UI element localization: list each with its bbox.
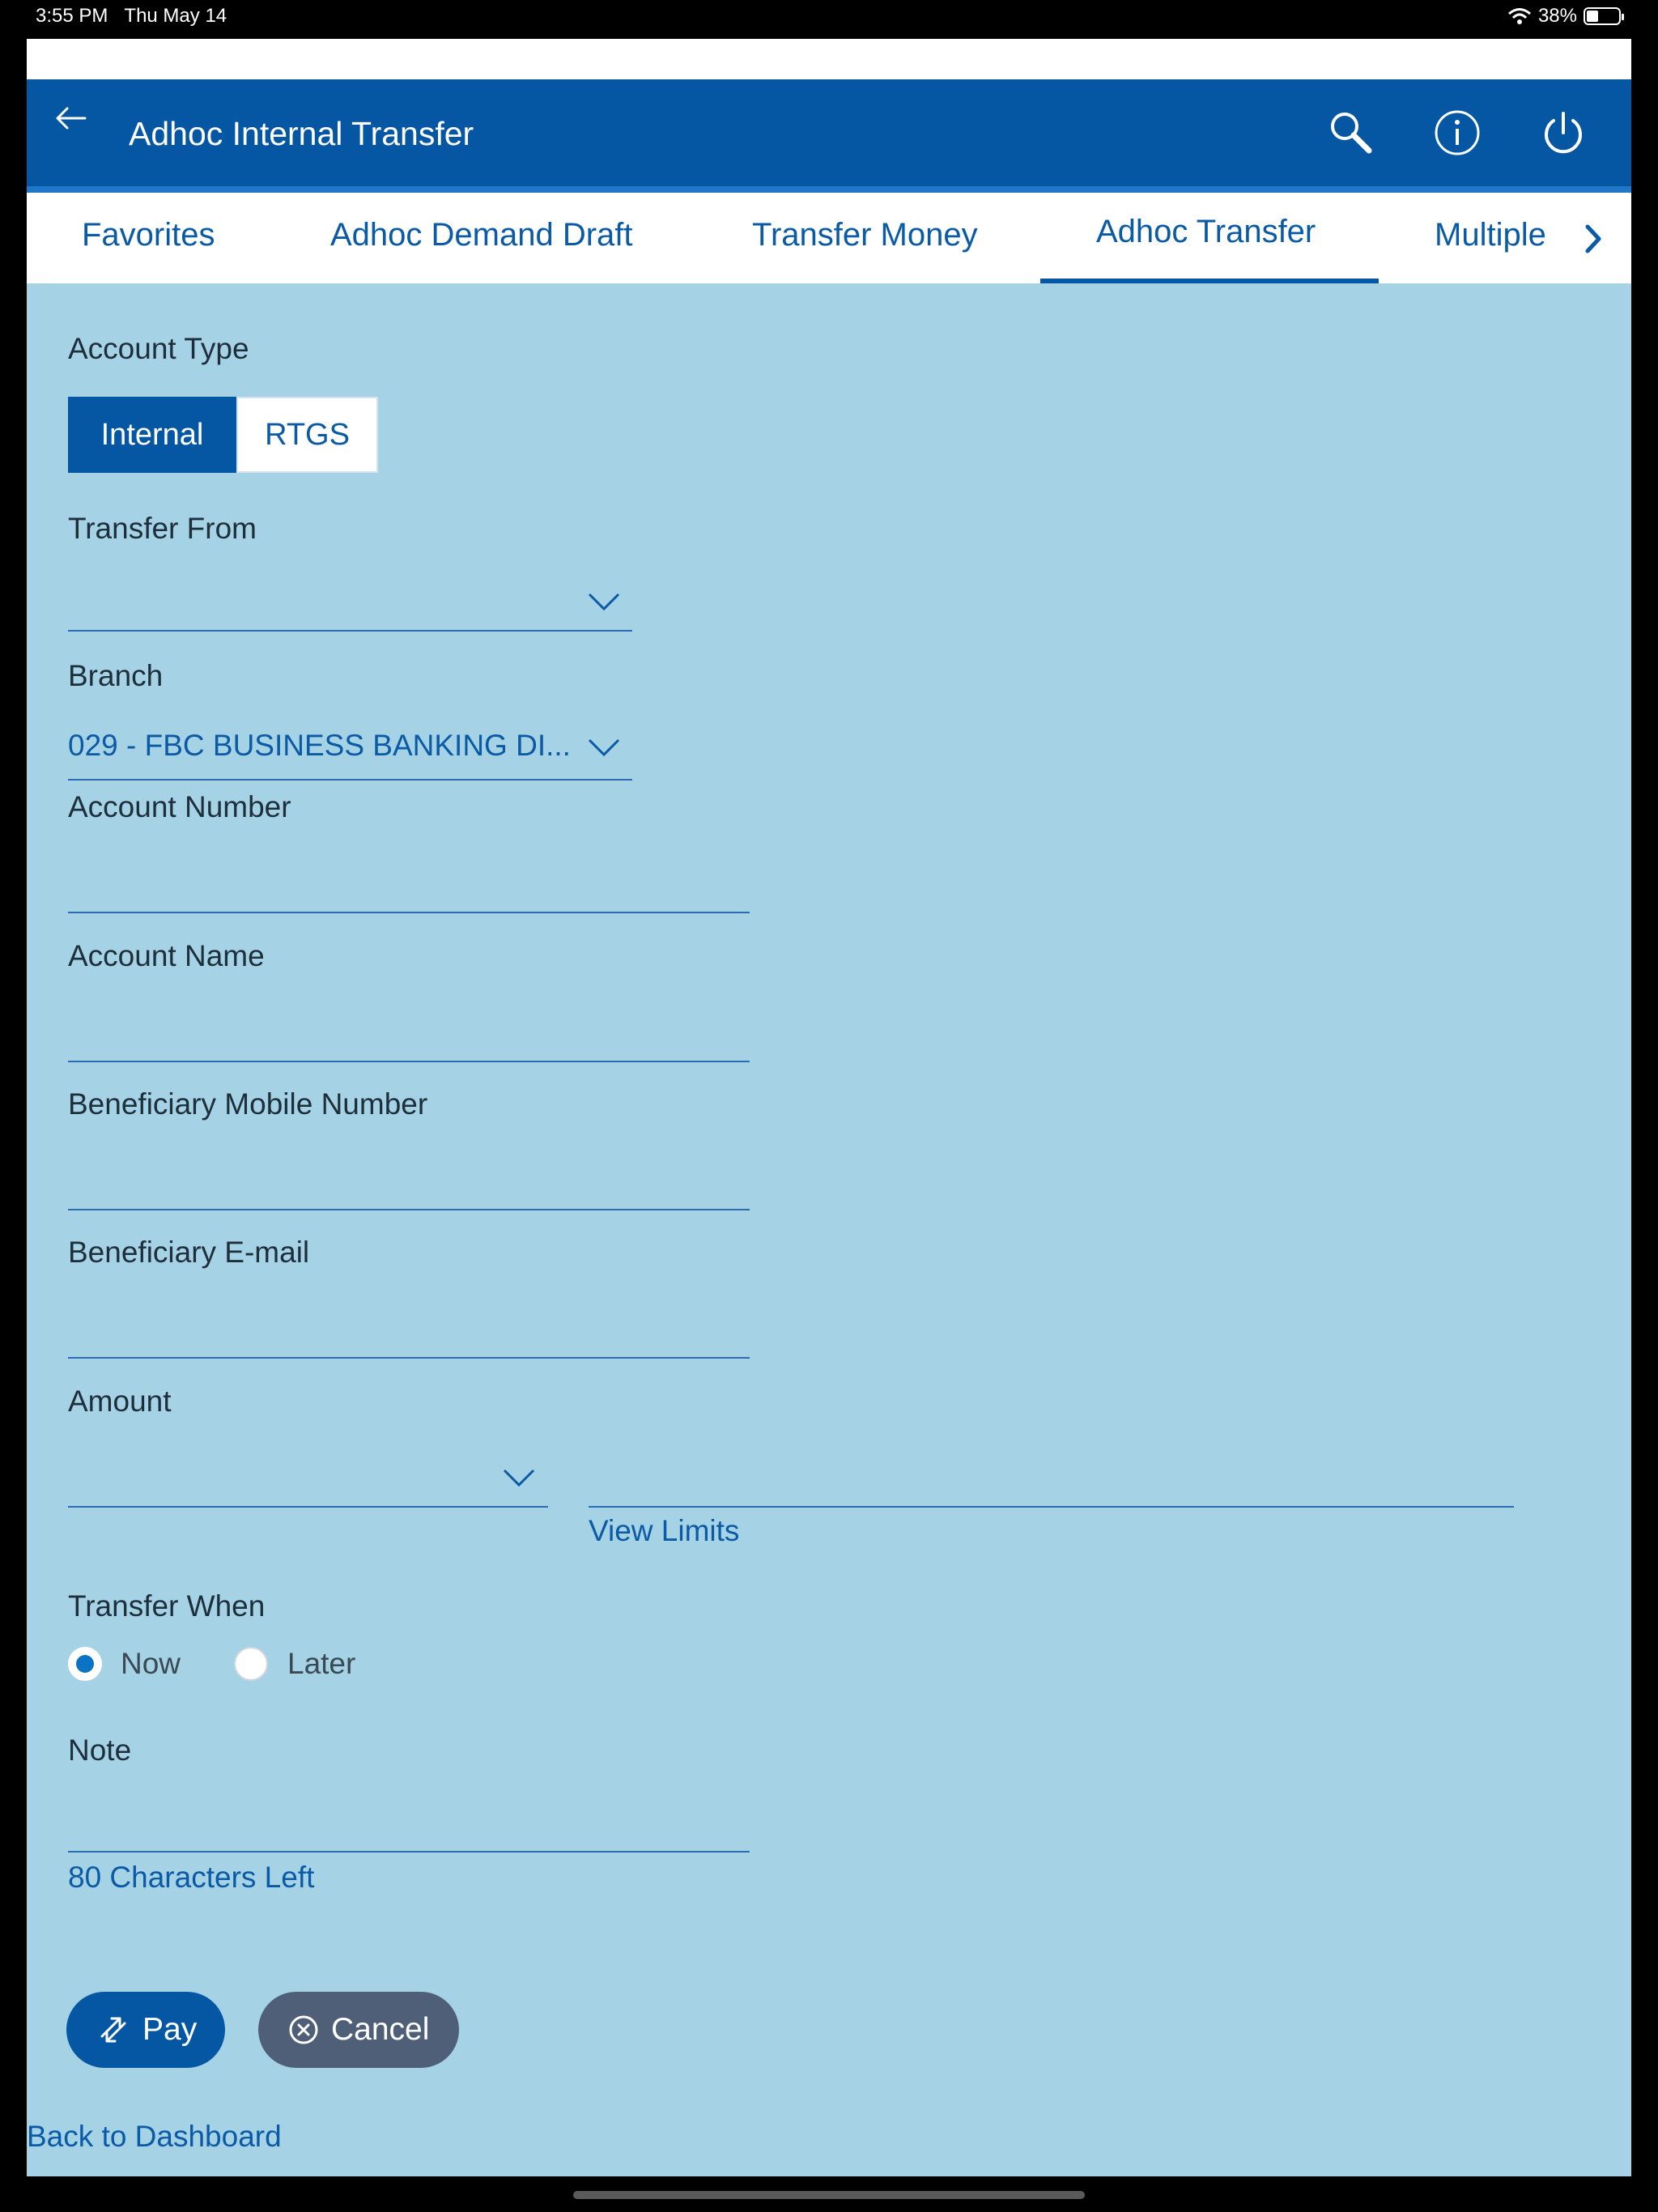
- back-to-dashboard-link[interactable]: Back to Dashboard: [27, 2120, 282, 2154]
- note-input[interactable]: [68, 1788, 750, 1853]
- tab-bar: Favorites Adhoc Demand Draft Transfer Mo…: [27, 193, 1631, 283]
- branch-select[interactable]: 029 - FBC BUSINESS BANKING DI...: [68, 719, 632, 781]
- account-type-label: Account Type: [68, 332, 249, 365]
- characters-left: 80 Characters Left: [68, 1861, 315, 1894]
- tab-transfer-money[interactable]: Transfer Money: [752, 217, 978, 253]
- transfer-icon: [100, 2017, 126, 2043]
- status-bar: 3:55 PM Thu May 14 38%: [0, 0, 1658, 37]
- amount-input[interactable]: [589, 1443, 1514, 1508]
- radio-later-label: Later: [287, 1647, 356, 1680]
- home-indicator: [573, 2191, 1085, 2199]
- battery-percent: 38%: [1537, 5, 1577, 27]
- beneficiary-email-input[interactable]: [68, 1294, 750, 1359]
- tab-adhoc-demand-draft[interactable]: Adhoc Demand Draft: [330, 217, 633, 253]
- status-time: 3:55 PM Thu May 14: [36, 5, 227, 27]
- cancel-button[interactable]: Cancel: [258, 1992, 459, 2068]
- app-header: Adhoc Internal Transfer: [27, 79, 1631, 193]
- beneficiary-email-label: Beneficiary E-mail: [68, 1236, 310, 1269]
- radio-now[interactable]: [68, 1647, 102, 1681]
- radio-later[interactable]: [234, 1647, 268, 1681]
- transfer-when-label: Transfer When: [68, 1589, 266, 1623]
- transfer-from-select[interactable]: [68, 575, 632, 632]
- view-limits-link[interactable]: View Limits: [589, 1514, 739, 1548]
- battery-icon: [1584, 7, 1624, 25]
- account-number-input[interactable]: [68, 849, 750, 913]
- chevron-down-icon: [588, 593, 620, 611]
- tab-multiple[interactable]: Multiple: [1435, 217, 1546, 253]
- branch-label: Branch: [68, 659, 164, 692]
- page-title: Adhoc Internal Transfer: [129, 115, 474, 152]
- beneficiary-mobile-input[interactable]: [68, 1146, 750, 1210]
- cancel-button-label: Cancel: [331, 2012, 430, 2047]
- wifi-icon: [1507, 8, 1531, 24]
- chevron-down-icon: [588, 738, 620, 757]
- radio-selected-dot: [76, 1655, 94, 1673]
- pay-button-label: Pay: [142, 2012, 198, 2047]
- account-name-input[interactable]: [68, 998, 750, 1062]
- header-accent: [27, 186, 1631, 193]
- pay-button[interactable]: Pay: [66, 1992, 225, 2068]
- radio-now-label: Now: [121, 1647, 181, 1680]
- account-number-label: Account Number: [68, 790, 291, 823]
- account-type-rtgs[interactable]: RTGS: [236, 397, 378, 473]
- branch-value: 029 - FBC BUSINESS BANKING DI...: [68, 729, 571, 762]
- close-circle-icon: [289, 2015, 318, 2044]
- active-tab-indicator: [1040, 279, 1379, 283]
- status-right: 38%: [1507, 5, 1624, 28]
- info-icon[interactable]: [1431, 107, 1483, 159]
- note-label: Note: [68, 1733, 132, 1767]
- back-arrow-icon[interactable]: [53, 100, 88, 136]
- tab-adhoc-transfer[interactable]: Adhoc Transfer: [1096, 214, 1316, 250]
- currency-select[interactable]: [68, 1443, 548, 1508]
- top-strip: [27, 39, 1631, 79]
- power-icon[interactable]: [1537, 107, 1589, 159]
- chevron-right-icon[interactable]: [1578, 219, 1610, 259]
- chevron-down-icon: [503, 1469, 535, 1487]
- account-name-label: Account Name: [68, 939, 265, 972]
- app-window: Adhoc Internal Transfer Favorites Adhoc …: [27, 39, 1631, 2176]
- tab-favorites[interactable]: Favorites: [82, 217, 215, 253]
- search-icon[interactable]: [1325, 107, 1377, 159]
- amount-label: Amount: [68, 1385, 172, 1418]
- transfer-from-label: Transfer From: [68, 512, 257, 545]
- account-type-internal[interactable]: Internal: [68, 397, 236, 473]
- beneficiary-mobile-label: Beneficiary Mobile Number: [68, 1087, 428, 1121]
